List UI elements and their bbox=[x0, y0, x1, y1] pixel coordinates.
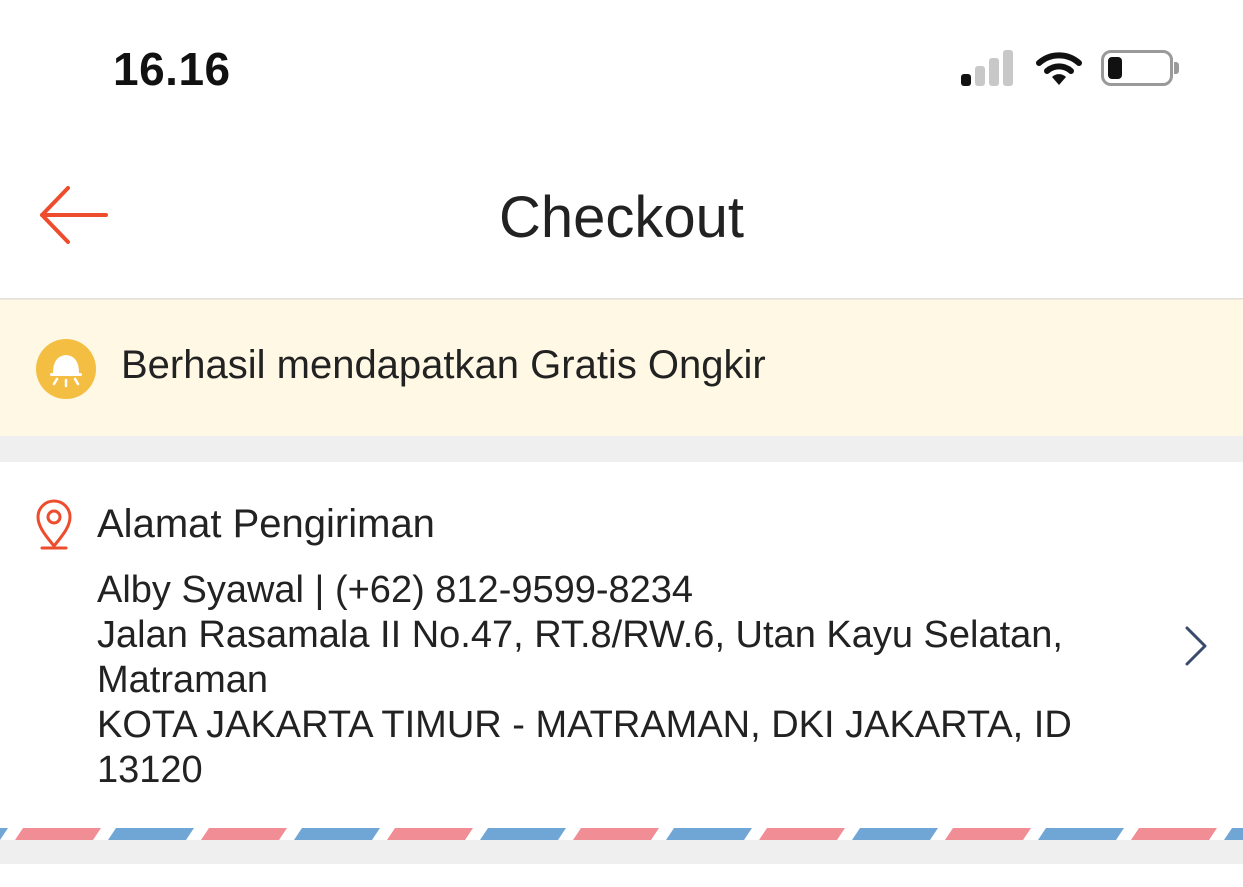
stripe-segment bbox=[15, 828, 101, 840]
stripe-segment bbox=[201, 828, 287, 840]
status-bar: 16.16 bbox=[0, 0, 1243, 140]
stripe-segment bbox=[480, 828, 566, 840]
stripe-segment bbox=[387, 828, 473, 840]
status-icons bbox=[961, 48, 1179, 88]
recipient-name-phone: Alby Syawal | (+62) 812-9599-8234 bbox=[97, 569, 694, 611]
stripe-segment bbox=[294, 828, 380, 840]
city-line2: 13120 bbox=[97, 749, 203, 791]
street-address-line1: Jalan Rasamala II No.47, RT.8/RW.6, Utan… bbox=[97, 614, 1063, 656]
address-heading: Alamat Pengiriman bbox=[97, 502, 435, 546]
airmail-stripe-divider bbox=[0, 828, 1243, 840]
stripe-segment bbox=[573, 828, 659, 840]
shipping-address-card[interactable]: Alamat Pengiriman Alby Syawal | (+62) 81… bbox=[0, 462, 1243, 828]
section-separator-bottom bbox=[0, 840, 1243, 864]
notice-text: Berhasil mendapatkan Gratis Ongkir bbox=[121, 343, 766, 387]
stripe-segment bbox=[759, 828, 845, 840]
bell-icon bbox=[36, 339, 96, 399]
signal-icon bbox=[961, 49, 1017, 87]
checkout-screen: 16.16 Checkout Berhasil mendapatkan Grat… bbox=[0, 0, 1243, 887]
stripe-segment bbox=[666, 828, 752, 840]
status-time: 16.16 bbox=[113, 43, 231, 95]
stripe-segment bbox=[0, 828, 8, 840]
free-shipping-banner: Berhasil mendapatkan Gratis Ongkir bbox=[0, 300, 1243, 436]
stripe-segment bbox=[1131, 828, 1217, 840]
wifi-icon bbox=[1036, 52, 1082, 85]
street-address-line2: Matraman bbox=[97, 659, 269, 701]
battery-icon bbox=[1101, 50, 1179, 86]
section-separator bbox=[0, 436, 1243, 462]
chevron-right-icon[interactable] bbox=[1181, 624, 1211, 668]
stripe-segment bbox=[108, 828, 194, 840]
location-pin-icon bbox=[36, 499, 72, 550]
stripe-segment bbox=[945, 828, 1031, 840]
address-details: Alby Syawal | (+62) 812-9599-8234 Jalan … bbox=[97, 568, 1137, 793]
stripe-segment bbox=[852, 828, 938, 840]
page-title: Checkout bbox=[498, 185, 745, 250]
next-section bbox=[0, 864, 1243, 887]
stripe-segment bbox=[1224, 828, 1243, 840]
app-header: Checkout bbox=[0, 140, 1243, 300]
city-line1: KOTA JAKARTA TIMUR - MATRAMAN, DKI JAKAR… bbox=[97, 704, 1072, 746]
stripe-segment bbox=[1038, 828, 1124, 840]
